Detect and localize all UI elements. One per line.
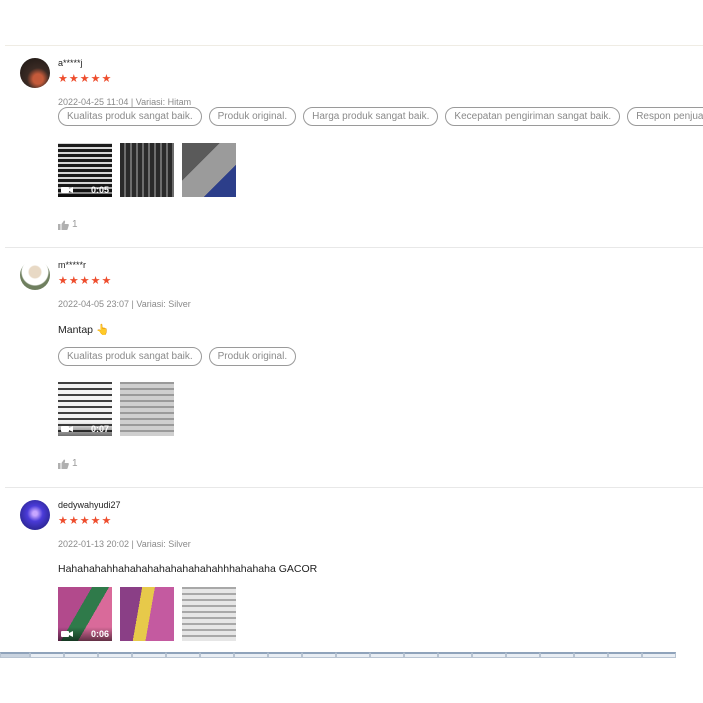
scrollbar-segment bbox=[336, 652, 370, 658]
scrollbar-segment bbox=[166, 652, 200, 658]
review-tags: Kualitas produk sangat baik. Produk orig… bbox=[58, 347, 297, 366]
image-thumbnail[interactable] bbox=[120, 143, 174, 197]
scrollbar-segment bbox=[404, 652, 438, 658]
scrollbar-segment bbox=[370, 652, 404, 658]
image-thumbnail[interactable] bbox=[182, 587, 236, 641]
scrollbar-segment bbox=[608, 652, 642, 658]
video-camera-icon bbox=[61, 187, 73, 193]
review-media: 0:06 bbox=[58, 587, 236, 641]
scrollbar-segment bbox=[234, 652, 268, 658]
review-item: dedywahyudi27 ★★★★★ 2022-01-13 20:02 | V… bbox=[5, 488, 703, 652]
scrollbar-segment bbox=[132, 652, 166, 658]
review-tag: Kualitas produk sangat baik. bbox=[58, 347, 202, 366]
avatar[interactable] bbox=[20, 260, 50, 290]
horizontal-scrollbar[interactable] bbox=[0, 652, 703, 658]
reviewer-name: m*****r bbox=[58, 260, 87, 270]
video-duration: 0:06 bbox=[90, 629, 109, 639]
review-tag: Produk original. bbox=[208, 347, 297, 366]
rating-stars: ★★★★★ bbox=[58, 275, 113, 287]
review-tag: Respon penjual bbox=[627, 107, 703, 126]
video-duration: 0:07 bbox=[90, 424, 109, 434]
thumbs-up-icon bbox=[58, 220, 69, 230]
rating-stars: ★★★★★ bbox=[58, 515, 113, 527]
video-duration: 0:05 bbox=[90, 185, 109, 195]
video-camera-icon bbox=[61, 631, 73, 637]
like-button[interactable]: 1 bbox=[58, 219, 78, 230]
image-thumbnail[interactable] bbox=[182, 143, 236, 197]
video-camera-icon bbox=[61, 426, 73, 432]
review-tags: Kualitas produk sangat baik. Produk orig… bbox=[58, 107, 703, 126]
reviewer-name: dedywahyudi27 bbox=[58, 500, 121, 510]
reviewer-name: a*****j bbox=[58, 58, 83, 68]
scrollbar-thumb[interactable] bbox=[0, 652, 30, 658]
review-item: m*****r ★★★★★ 2022-04-05 23:07 | Variasi… bbox=[5, 248, 703, 488]
like-count: 1 bbox=[72, 219, 78, 230]
video-thumbnail[interactable]: 0:06 bbox=[58, 587, 112, 641]
scrollbar-segment bbox=[574, 652, 608, 658]
scrollbar-segment bbox=[200, 652, 234, 658]
review-item: a*****j ★★★★★ 2022-04-25 11:04 | Variasi… bbox=[5, 46, 703, 248]
scrollbar-segment bbox=[438, 652, 472, 658]
review-tag: Kualitas produk sangat baik. bbox=[58, 107, 202, 126]
review-comment: Hahahahahhahahahahahahahahahhhahahaha GA… bbox=[58, 563, 318, 575]
rating-stars: ★★★★★ bbox=[58, 73, 113, 85]
scrollbar-segment bbox=[642, 652, 676, 658]
review-meta: 2022-04-25 11:04 | Variasi: Hitam bbox=[58, 97, 192, 107]
review-tag: Harga produk sangat baik. bbox=[303, 107, 439, 126]
review-comment: Mantap 👆 bbox=[58, 324, 110, 336]
video-thumbnail[interactable]: 0:05 bbox=[58, 143, 112, 197]
like-count: 1 bbox=[72, 458, 78, 469]
video-thumbnail[interactable]: 0:07 bbox=[58, 382, 112, 436]
scrollbar-segment bbox=[506, 652, 540, 658]
review-meta: 2022-04-05 23:07 | Variasi: Silver bbox=[58, 299, 191, 309]
scrollbar-segment bbox=[64, 652, 98, 658]
thumbs-up-icon bbox=[58, 459, 69, 469]
avatar[interactable] bbox=[20, 58, 50, 88]
review-media: 0:05 bbox=[58, 143, 236, 197]
image-thumbnail[interactable] bbox=[120, 382, 174, 436]
like-button[interactable]: 1 bbox=[58, 458, 78, 469]
review-tag: Kecepatan pengiriman sangat baik. bbox=[445, 107, 621, 126]
review-tag: Produk original. bbox=[208, 107, 297, 126]
scrollbar-segment bbox=[472, 652, 506, 658]
scrollbar-segment bbox=[540, 652, 574, 658]
scrollbar-segment bbox=[268, 652, 302, 658]
avatar[interactable] bbox=[20, 500, 50, 530]
scrollbar-segment bbox=[302, 652, 336, 658]
review-meta: 2022-01-13 20:02 | Variasi: Silver bbox=[58, 539, 191, 549]
image-thumbnail[interactable] bbox=[120, 587, 174, 641]
scrollbar-segment bbox=[30, 652, 64, 658]
review-media: 0:07 bbox=[58, 382, 174, 436]
scrollbar-segment bbox=[98, 652, 132, 658]
